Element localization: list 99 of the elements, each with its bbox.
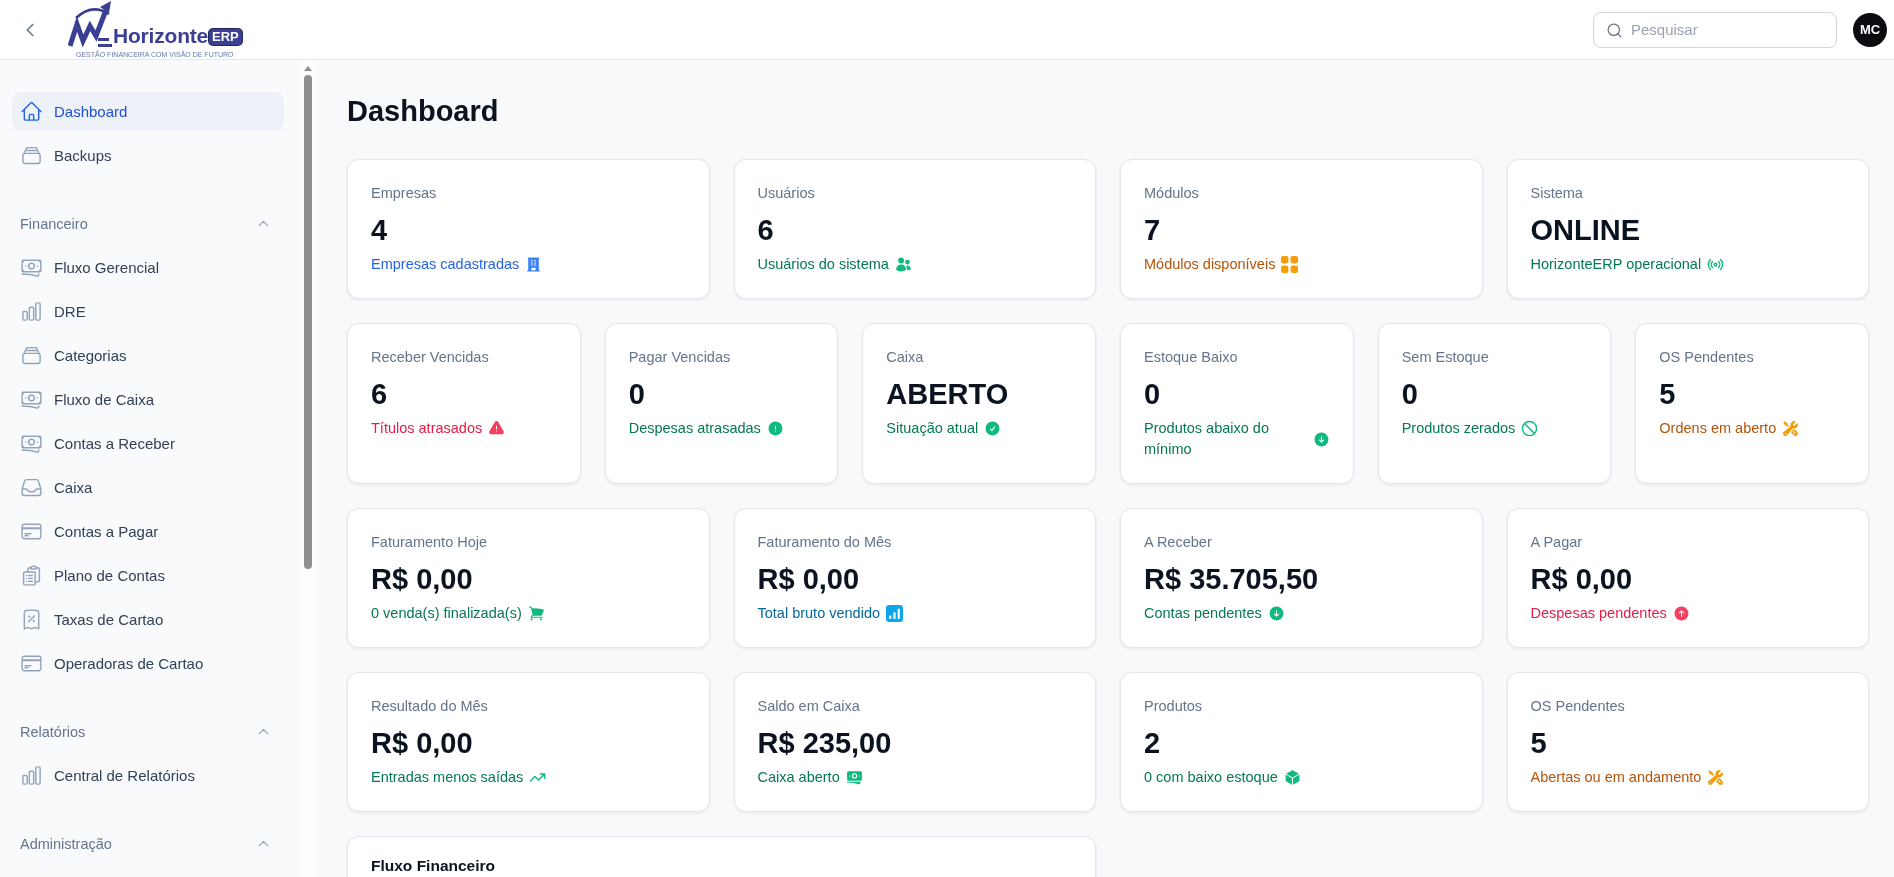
sidebar-item[interactable]: Dashboard bbox=[12, 92, 284, 131]
stat-value: ABERTO bbox=[886, 377, 1010, 412]
stat-note: Empresas cadastradas bbox=[371, 255, 520, 274]
stat-label: Empresas bbox=[371, 184, 438, 203]
stat-note: Despesas atrasadas bbox=[628, 419, 761, 438]
stat-value: R$ 235,00 bbox=[757, 726, 893, 761]
stat-value: 2 bbox=[1144, 726, 1162, 761]
stat-label: Produtos bbox=[1144, 697, 1204, 716]
stat-note: Entradas menos saídas bbox=[371, 768, 524, 787]
clipboard-icon bbox=[20, 564, 43, 587]
stat-label: Estoque Baixo bbox=[1144, 348, 1239, 367]
stat-note: Usuários do sistema bbox=[757, 255, 889, 274]
stat-note: Módulos disponíveis bbox=[1144, 255, 1276, 274]
stat-label: Faturamento Hoje bbox=[371, 533, 489, 552]
house-icon bbox=[20, 100, 43, 123]
bar-chart-icon bbox=[20, 300, 43, 323]
stat-note: Ordens em aberto bbox=[1659, 419, 1777, 438]
stat-note: Abertas ou em andamento bbox=[1530, 768, 1702, 787]
section-header[interactable]: Administração bbox=[12, 824, 284, 863]
building-icon bbox=[525, 256, 543, 273]
bar-chart-icon bbox=[20, 764, 43, 787]
stat-value: 5 bbox=[1659, 377, 1677, 412]
stat-label: Sistema bbox=[1530, 184, 1584, 203]
cube-icon bbox=[1283, 769, 1301, 786]
search-icon bbox=[1606, 21, 1623, 39]
scrollbar-thumb[interactable] bbox=[304, 75, 312, 569]
tools-icon bbox=[1707, 769, 1725, 786]
bar-chart-icon bbox=[886, 605, 904, 622]
stat-note: Situação atual bbox=[886, 419, 979, 438]
panel-title: Fluxo Financeiro bbox=[371, 856, 496, 876]
stat-label: A Pagar bbox=[1530, 533, 1584, 552]
stat-label: Faturamento do Mês bbox=[757, 533, 893, 552]
stat-label: OS Pendentes bbox=[1659, 348, 1755, 367]
scroll-up-icon[interactable] bbox=[304, 66, 312, 71]
stat-label: Receber Vencidas bbox=[371, 348, 490, 367]
stat-note: HorizonteERP operacional bbox=[1530, 255, 1702, 274]
sidebar-item[interactable]: DRE bbox=[12, 292, 284, 331]
stat-note: Produtos abaixo do mínimo bbox=[1144, 419, 1270, 459]
brand-name: Horizonte bbox=[113, 23, 209, 48]
sidebar-item[interactable]: Contas a Pagar bbox=[12, 512, 284, 551]
ban-icon bbox=[1521, 420, 1539, 437]
sidebar-item[interactable]: Operadoras de Cartao bbox=[12, 644, 284, 683]
stat-label: Caixa bbox=[886, 348, 925, 367]
tools-icon bbox=[1782, 420, 1800, 437]
stat-value: ONLINE bbox=[1530, 213, 1642, 248]
stat-note: Caixa aberto bbox=[757, 768, 840, 787]
stat-value: 7 bbox=[1144, 213, 1162, 248]
sidebar-item[interactable]: Caixa bbox=[12, 468, 284, 507]
tray-icon bbox=[20, 476, 43, 499]
stat-value: 5 bbox=[1530, 726, 1548, 761]
stat-note: Títulos atrasados bbox=[371, 419, 483, 438]
sidebar-item[interactable]: Taxas de Cartao bbox=[12, 600, 284, 639]
stat-label: Usuários bbox=[757, 184, 816, 203]
sidebar-item[interactable]: Backups bbox=[12, 136, 284, 175]
stat-note: Despesas pendentes bbox=[1530, 604, 1667, 623]
sidebar-item[interactable]: Contas a Receber bbox=[12, 424, 284, 463]
stat-note: Total bruto vendido bbox=[757, 604, 881, 623]
stat-value: 0 bbox=[1144, 377, 1162, 412]
section-header[interactable]: Financeiro bbox=[12, 204, 284, 243]
stack-icon bbox=[20, 344, 43, 367]
page-title: Dashboard bbox=[347, 94, 500, 129]
stat-label: Sem Estoque bbox=[1401, 348, 1490, 367]
stat-note: Produtos zerados bbox=[1401, 419, 1516, 438]
stat-label: Módulos bbox=[1144, 184, 1200, 203]
stat-value: 4 bbox=[371, 213, 389, 248]
stat-label: OS Pendentes bbox=[1530, 697, 1626, 716]
cart-icon bbox=[527, 605, 545, 622]
stat-value: R$ 0,00 bbox=[757, 562, 861, 597]
sidebar-item[interactable]: Central de Relatórios bbox=[12, 756, 284, 795]
user-avatar[interactable]: MC bbox=[1853, 12, 1887, 47]
sidebar-item[interactable]: Categorias bbox=[12, 336, 284, 375]
stat-note: Contas pendentes bbox=[1144, 604, 1262, 623]
stat-note: 0 com baixo estoque bbox=[1144, 768, 1278, 787]
stat-value: R$ 35.705,50 bbox=[1144, 562, 1320, 597]
warning-icon bbox=[488, 420, 506, 437]
stat-value: 0 bbox=[1401, 377, 1419, 412]
sidebar-item[interactable]: Fluxo de Caixa bbox=[12, 380, 284, 419]
grid-icon bbox=[1281, 256, 1299, 273]
stat-note: 0 venda(s) finalizada(s) bbox=[371, 604, 522, 623]
stat-value: R$ 0,00 bbox=[371, 562, 474, 597]
stat-value: 6 bbox=[757, 213, 775, 248]
section-header[interactable]: Relatórios bbox=[12, 712, 284, 751]
stat-label: Pagar Vencidas bbox=[628, 348, 732, 367]
brand-badge: ERP bbox=[209, 28, 242, 45]
stack-icon bbox=[20, 144, 43, 167]
search-field[interactable]: Pesquisar bbox=[1593, 11, 1837, 48]
stat-label: Resultado do Mês bbox=[371, 697, 489, 716]
banknote-icon bbox=[845, 769, 863, 786]
logo-icon bbox=[68, 0, 112, 48]
sidebar-item[interactable]: Plano de Contas bbox=[12, 556, 284, 595]
stat-label: Saldo em Caixa bbox=[757, 697, 861, 716]
stat-label: A Receber bbox=[1144, 533, 1213, 552]
stat-value: 6 bbox=[371, 377, 389, 412]
broadcast-icon bbox=[1707, 256, 1725, 273]
sidebar-item[interactable]: Fluxo Gerencial bbox=[12, 248, 284, 287]
users-icon bbox=[894, 256, 912, 273]
stat-value: R$ 0,00 bbox=[371, 726, 474, 761]
stat-value: 0 bbox=[628, 377, 646, 412]
stat-value: R$ 0,00 bbox=[1530, 562, 1634, 597]
